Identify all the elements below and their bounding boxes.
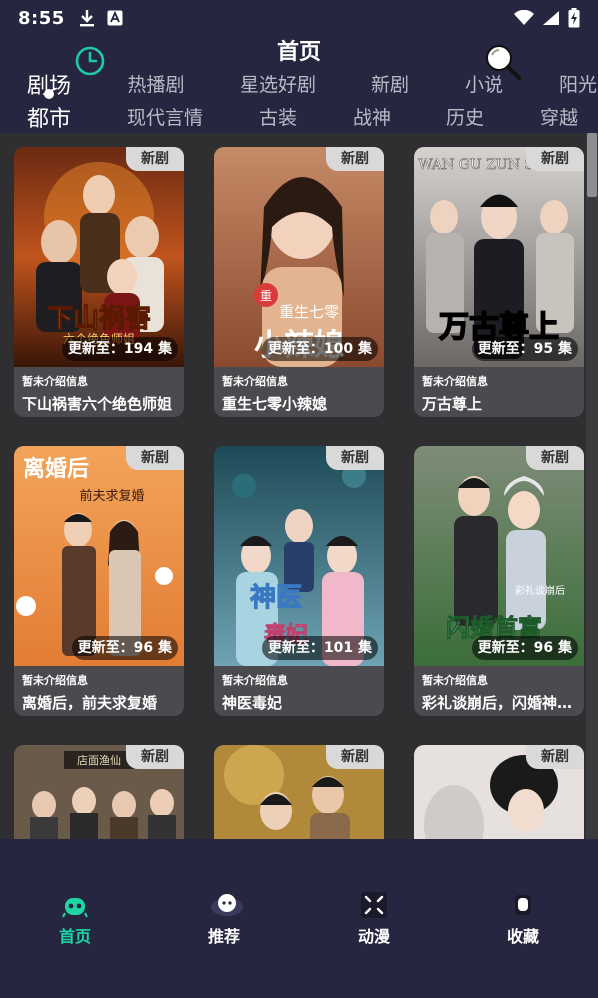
subcategory-tabs: 都市 现代言情 古装 战神 历史 穿越 (0, 103, 598, 137)
episode-count: 更新至：96 集 (471, 636, 578, 660)
poster-subtitle-text: 彩礼谈崩后 (515, 584, 565, 597)
tab-selected[interactable]: 星选好剧 (240, 70, 316, 97)
download-icon (79, 10, 94, 27)
scrollbar[interactable] (586, 133, 598, 839)
recommend-icon (210, 891, 243, 919)
tab-new[interactable]: 新剧 (371, 70, 409, 97)
nav-home[interactable]: 首页 (25, 891, 125, 947)
new-badge: 新剧 (126, 446, 184, 470)
drama-card[interactable]: 店面渔仙 新剧 (14, 745, 184, 839)
episode-count: 更新至：100 集 (261, 337, 378, 361)
episode-count: 更新至：194 集 (61, 337, 178, 361)
intro-text: 暂未介绍信息 (22, 375, 88, 388)
new-badge: 新剧 (326, 745, 384, 769)
subtab-war-god[interactable]: 战神 (353, 103, 391, 130)
drama-title: 下山祸害六个绝色师姐 (22, 395, 173, 413)
new-badge: 新剧 (526, 745, 584, 769)
poster-title-text: 离婚后 (23, 456, 89, 482)
nav-recommend-label: 推荐 (207, 927, 240, 946)
drama-card[interactable]: 离婚后 前夫求复婚 新剧 更新至：96 集 暂未介绍信息 离婚后，前夫求复婚 (14, 446, 184, 716)
tab-novel[interactable]: 小说 (465, 70, 503, 97)
drama-title: 离婚后，前夫求复婚 (22, 694, 158, 712)
drama-card[interactable]: 下山祸害 六个绝色师姐 新剧 更新至：194 集 暂未介绍信息 下山祸害六个绝色… (14, 147, 184, 417)
nav-anime-label: 动漫 (357, 927, 390, 946)
wifi-icon (514, 10, 534, 25)
new-badge: 新剧 (126, 745, 184, 769)
subtab-costume[interactable]: 古装 (259, 103, 297, 130)
tab-sunshine[interactable]: 阳光 (559, 70, 597, 97)
subtab-romance[interactable]: 现代言情 (127, 103, 203, 130)
poster-image: 下山祸害 六个绝色师姐 (14, 147, 184, 367)
subtab-urban[interactable]: 都市 (27, 101, 71, 133)
subtab-time-travel[interactable]: 穿越 (540, 103, 578, 130)
anime-icon (360, 891, 388, 919)
intro-text: 暂未介绍信息 (422, 375, 488, 388)
nav-favorites[interactable]: 收藏 (473, 891, 573, 947)
tab-indicator (44, 89, 54, 99)
tab-hot[interactable]: 热播剧 (127, 70, 184, 97)
nav-home-label: 首页 (58, 927, 91, 946)
drama-title: 神医毒妃 (222, 694, 283, 712)
poster-subtitle-text: 前夫求复婚 (79, 488, 144, 504)
drama-title: 重生七零小辣媳 (222, 395, 328, 413)
bottom-navigation: 首页 推荐 动漫 收藏 (0, 839, 598, 998)
app-notification-icon (107, 10, 123, 26)
intro-text: 暂未介绍信息 (222, 674, 288, 687)
scroll-thumb[interactable] (587, 133, 597, 197)
poster-image: 重 重生七零 小辣媳 (214, 147, 384, 367)
nav-recommend[interactable]: 推荐 (174, 891, 274, 947)
nav-anime[interactable]: 动漫 (324, 891, 424, 947)
new-badge: 新剧 (126, 147, 184, 171)
poster-title-text: 神医 (250, 583, 302, 613)
status-time: 8:55 (18, 7, 65, 29)
poster-image: 离婚后 前夫求复婚 (14, 446, 184, 666)
new-badge: 新剧 (526, 147, 584, 171)
new-badge: 新剧 (526, 446, 584, 470)
poster-image: 彩礼谈崩后 闪婚首富 (414, 446, 584, 666)
episode-count: 更新至：96 集 (71, 636, 178, 660)
drama-title: 万古尊上 (422, 395, 483, 413)
drama-title: 彩礼谈崩后，闪婚神秘首富 (422, 694, 578, 712)
episode-count: 更新至：101 集 (261, 636, 378, 660)
home-icon (61, 891, 89, 919)
status-bar: 8:55 (0, 0, 598, 36)
drama-card[interactable]: 神医 毒妃 新剧 更新至：101 集 暂未介绍信息 神医毒妃 (214, 446, 384, 716)
new-badge: 新剧 (326, 147, 384, 171)
subtab-history[interactable]: 历史 (446, 103, 484, 130)
battery-charging-icon (568, 8, 580, 28)
episode-count: 更新至：95 集 (471, 337, 578, 361)
nav-favorites-label: 收藏 (506, 927, 539, 946)
drama-grid: 下山祸害 六个绝色师姐 新剧 更新至：194 集 暂未介绍信息 下山祸害六个绝色… (0, 133, 598, 839)
drama-card[interactable]: 新剧 (414, 745, 584, 839)
intro-text: 暂未介绍信息 (422, 674, 488, 687)
drama-card[interactable]: WAN GU ZUN SHANG 万古尊上 新剧 更新至：95 集 暂未介绍信息… (414, 147, 584, 417)
drama-card[interactable]: 彩礼谈崩后 闪婚首富 新剧 更新至：96 集 暂未介绍信息 彩礼谈崩后，闪婚神秘… (414, 446, 584, 716)
poster-image: WAN GU ZUN SHANG 万古尊上 (414, 147, 584, 367)
intro-text: 暂未介绍信息 (22, 674, 88, 687)
poster-title-text: 重生七零 (279, 303, 339, 321)
favorites-icon (509, 891, 537, 919)
drama-card[interactable]: 新剧 (214, 745, 384, 839)
new-badge: 新剧 (326, 446, 384, 470)
drama-card[interactable]: 重 重生七零 小辣媳 新剧 更新至：100 集 暂未介绍信息 重生七零小辣媳 (214, 147, 384, 417)
category-tabs: 剧场 热播剧 星选好剧 新剧 小说 阳光 (0, 70, 598, 104)
poster-image: 神医 毒妃 (214, 446, 384, 666)
poster-title-text: 下山祸害 (47, 303, 151, 334)
intro-text: 暂未介绍信息 (222, 375, 288, 388)
svg-text:重: 重 (260, 289, 272, 303)
signal-icon (543, 11, 559, 25)
poster-sign-text: 店面渔仙 (77, 753, 121, 767)
